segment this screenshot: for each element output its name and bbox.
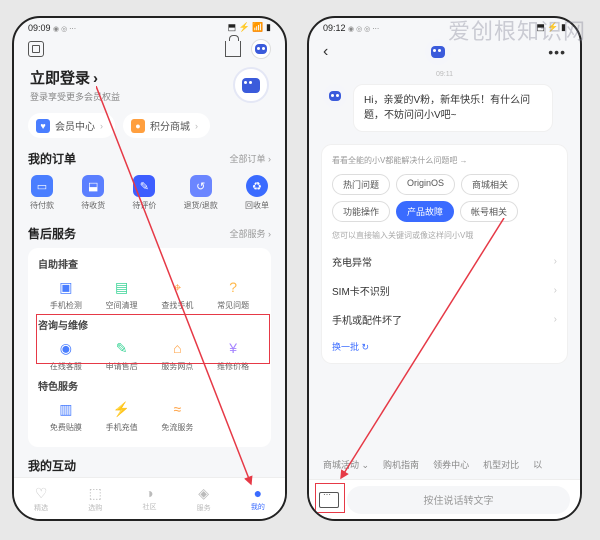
aftersale-title: 售后服务 bbox=[28, 225, 76, 242]
heart-icon: ♥ bbox=[36, 119, 50, 133]
settings-icon[interactable] bbox=[28, 41, 44, 57]
input-bar: 按住说话转文字 bbox=[309, 479, 580, 519]
tag-fault[interactable]: 产品故障 bbox=[396, 201, 454, 222]
voice-input[interactable]: 按住说话转文字 bbox=[347, 486, 570, 514]
order-pending-review[interactable]: ✎待评价 bbox=[132, 175, 156, 211]
service-point[interactable]: ⌂服务网点 bbox=[150, 338, 206, 372]
quick-mall[interactable]: 商城活动 ⌄ bbox=[323, 458, 369, 471]
consult-title: 咨询与维修 bbox=[38, 317, 261, 332]
order-pending-pay[interactable]: ▭待付款 bbox=[30, 175, 54, 211]
phones-container: 09:09 ◉ ◎ ⋯ ⬒ ⚡ 📶 ▮ 立即登录› 登录享受更多会员权益 ♥ 会… bbox=[0, 0, 600, 537]
login-title: 立即登录› bbox=[30, 67, 120, 88]
special-title: 特色服务 bbox=[38, 378, 261, 393]
repair-price[interactable]: ¥维修价格 bbox=[205, 338, 261, 372]
orders-section: 我的订单 全部订单 › ▭待付款 ⬓待收货 ✎待评价 ↺退货/退款 ♻回收单 bbox=[14, 146, 285, 225]
all-services-link[interactable]: 全部服务 › bbox=[230, 227, 272, 240]
login-section[interactable]: 立即登录› 登录享受更多会员权益 bbox=[14, 63, 285, 109]
tab-shop[interactable]: ⬚选购 bbox=[88, 485, 102, 513]
faq-item-broken[interactable]: 手机或配件坏了› bbox=[332, 305, 557, 334]
quick-guide[interactable]: 购机指南 bbox=[383, 458, 419, 471]
tab-bar: ♡精选 ⬚选购 ◑社区 ◈服务 ●我的 bbox=[14, 477, 285, 519]
quick-compare[interactable]: 机型对比 bbox=[483, 458, 519, 471]
bubble-avatar bbox=[323, 84, 347, 108]
apply-aftersale[interactable]: ✎申请售后 bbox=[94, 338, 150, 372]
order-pending-receive[interactable]: ⬓待收货 bbox=[81, 175, 105, 211]
chat-timestamp: 09:11 bbox=[309, 71, 580, 78]
status-time: 09:09 ◉ ◎ ⋯ bbox=[28, 23, 76, 33]
top-icon-row bbox=[14, 35, 285, 63]
login-subtitle: 登录享受更多会员权益 bbox=[30, 90, 120, 103]
member-center-chip[interactable]: ♥ 会员中心 › bbox=[28, 113, 115, 138]
status-right: ⬒ ⚡ 📶 ▮ bbox=[228, 22, 271, 33]
quick-coupon[interactable]: 领券中心 bbox=[433, 458, 469, 471]
order-refund[interactable]: ↺退货/退款 bbox=[184, 175, 218, 211]
message-row: Hi，亲爱的V粉，新年快乐！有什么问题，不妨问问小V吧~ bbox=[309, 82, 580, 140]
tag-list: 热门问题 OriginOS 商城相关 功能操作 产品故障 帐号相关 bbox=[332, 174, 557, 222]
faq-card: 看看全能的小V都能解决什么问题吧 → 热门问题 OriginOS 商城相关 功能… bbox=[321, 144, 568, 364]
order-recycle[interactable]: ♻回收单 bbox=[245, 175, 269, 211]
tab-service[interactable]: ◈服务 bbox=[197, 485, 211, 513]
free-film[interactable]: ▥免费贴膜 bbox=[38, 399, 94, 433]
aftersale-section: 售后服务 全部服务 › 自助排查 ▣手机检测 ▤空间清理 ⌖查找手机 ?常见问题… bbox=[14, 225, 285, 453]
watermark-text: 爱创根知识网 bbox=[448, 14, 586, 46]
tag-originos[interactable]: OriginOS bbox=[396, 174, 455, 195]
faq-subhint: 您可以直接输入关键词或像这样问小V哦 bbox=[332, 230, 557, 241]
more-button[interactable]: ••• bbox=[548, 44, 566, 60]
cart-icon[interactable] bbox=[225, 41, 241, 57]
orders-title: 我的订单 bbox=[28, 150, 76, 167]
coin-icon: ● bbox=[131, 119, 145, 133]
tab-mine[interactable]: ●我的 bbox=[251, 485, 265, 512]
status-time-2: 09:12 ◉ ◎ ◎ ⋯ bbox=[323, 23, 379, 33]
all-orders-link[interactable]: 全部订单 › bbox=[230, 152, 272, 165]
interact-title: 我的互动 bbox=[28, 457, 76, 474]
find-phone[interactable]: ⌖查找手机 bbox=[150, 277, 206, 311]
tag-mall[interactable]: 商城相关 bbox=[461, 174, 519, 195]
recharge[interactable]: ⚡手机充值 bbox=[94, 399, 150, 433]
tag-hot[interactable]: 热门问题 bbox=[332, 174, 390, 195]
greeting-bubble: Hi，亲爱的V粉，新年快乐！有什么问题，不妨问问小V吧~ bbox=[353, 84, 553, 132]
tag-function[interactable]: 功能操作 bbox=[332, 201, 390, 222]
tab-featured[interactable]: ♡精选 bbox=[34, 485, 48, 513]
faq[interactable]: ?常见问题 bbox=[205, 277, 261, 311]
phone-right: 09:12 ◉ ◎ ◎ ⋯ ⬒ ⚡ ▮ ‹ ••• 09:11 Hi，亲爱的V粉… bbox=[307, 16, 582, 521]
quick-links: 商城活动 ⌄ 购机指南 领券中心 机型对比 以 bbox=[309, 452, 580, 477]
faq-hint: 看看全能的小V都能解决什么问题吧 → bbox=[332, 155, 557, 166]
online-service[interactable]: ◉在线客服 bbox=[38, 338, 94, 372]
services-card: 自助排查 ▣手机检测 ▤空间清理 ⌖查找手机 ?常见问题 咨询与维修 ◉在线客服… bbox=[28, 248, 271, 447]
phone-left: 09:09 ◉ ◎ ⋯ ⬒ ⚡ 📶 ▮ 立即登录› 登录享受更多会员权益 ♥ 会… bbox=[12, 16, 287, 521]
tag-account[interactable]: 帐号相关 bbox=[460, 201, 518, 222]
small-avatar-icon[interactable] bbox=[251, 39, 271, 59]
phone-check[interactable]: ▣手机检测 bbox=[38, 277, 94, 311]
free-data[interactable]: ≈免流服务 bbox=[150, 399, 206, 433]
chip-row: ♥ 会员中心 › ● 积分商城 › bbox=[14, 109, 285, 146]
keyboard-icon[interactable] bbox=[319, 492, 339, 508]
faq-item-sim[interactable]: SIM卡不识别› bbox=[332, 276, 557, 305]
points-mall-chip[interactable]: ● 积分商城 › bbox=[123, 113, 210, 138]
quick-more[interactable]: 以 bbox=[533, 458, 542, 471]
space-clean[interactable]: ▤空间清理 bbox=[94, 277, 150, 311]
profile-avatar[interactable] bbox=[233, 67, 269, 103]
selfcheck-title: 自助排查 bbox=[38, 256, 261, 271]
tab-community[interactable]: ◑社区 bbox=[142, 485, 156, 512]
back-button[interactable]: ‹ bbox=[323, 43, 328, 61]
status-bar: 09:09 ◉ ◎ ⋯ ⬒ ⚡ 📶 ▮ bbox=[14, 18, 285, 35]
refresh-link[interactable]: 换一批 ↻ bbox=[332, 340, 557, 353]
faq-item-charging[interactable]: 充电异常› bbox=[332, 247, 557, 276]
